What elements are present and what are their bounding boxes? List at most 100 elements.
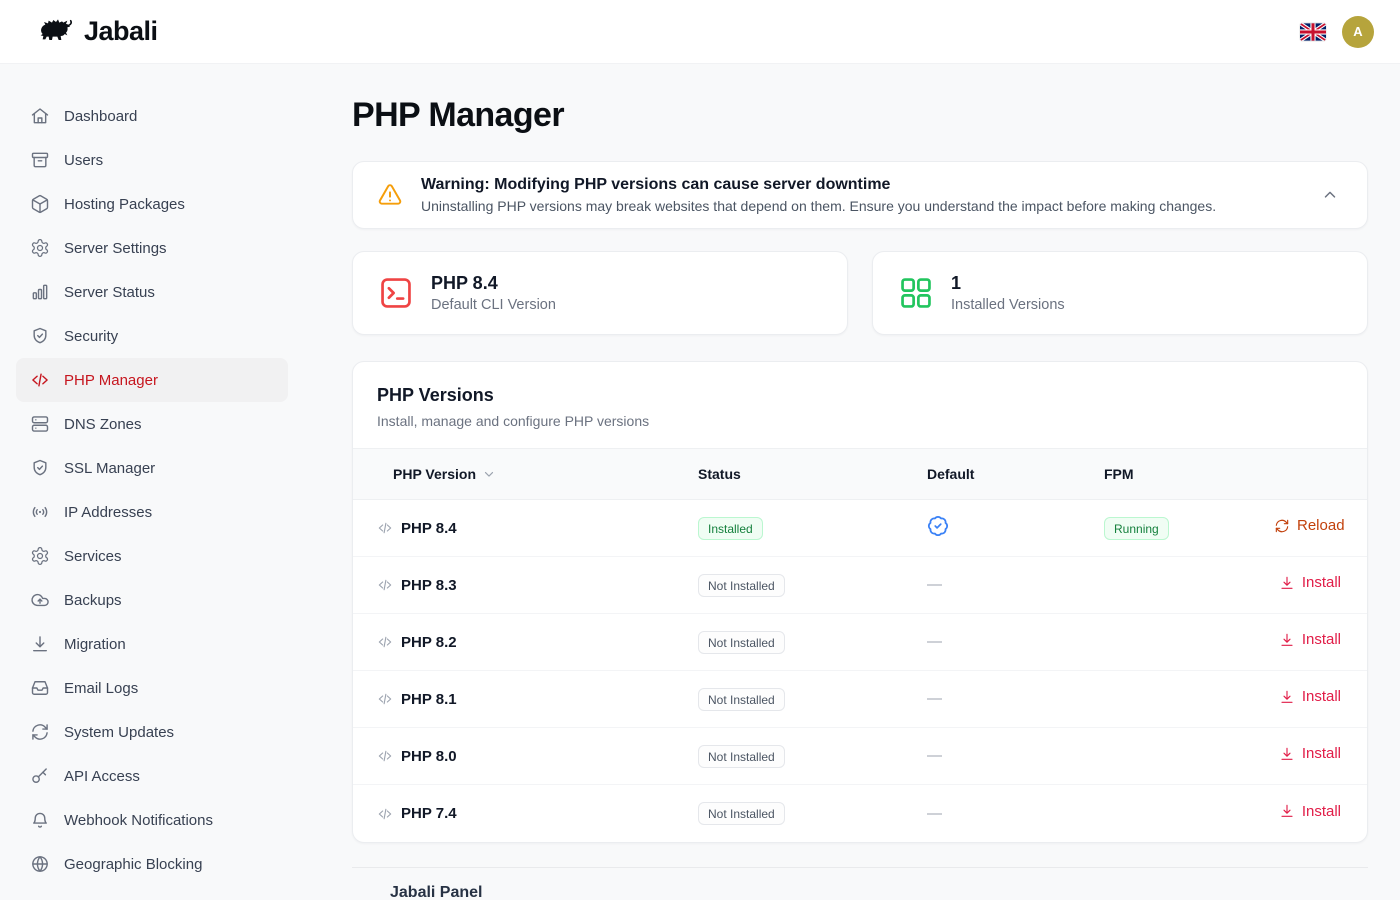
shield-check-icon — [30, 458, 50, 478]
table-title: PHP Versions — [377, 385, 1343, 406]
server-icon — [30, 414, 50, 434]
install-button[interactable]: Install — [1279, 803, 1341, 820]
sidebar-item-label: Backups — [64, 592, 122, 609]
sidebar-item-backups[interactable]: Backups — [16, 578, 288, 622]
table-row-php-8-4: PHP 8.4InstalledRunningReload — [353, 500, 1367, 557]
sidebar-item-label: Security — [64, 328, 118, 345]
sidebar-item-server-settings[interactable]: Server Settings — [16, 226, 288, 270]
php-version-label: PHP 8.2 — [401, 634, 457, 651]
sidebar-item-migration[interactable]: Migration — [16, 622, 288, 666]
table-subtitle: Install, manage and configure PHP versio… — [377, 413, 1343, 429]
sidebar-item-label: Migration — [64, 636, 126, 653]
status-cell: Not Installed — [698, 802, 927, 825]
sidebar-item-geographic-blocking[interactable]: Geographic Blocking — [16, 842, 288, 886]
warning-texts: Warning: Modifying PHP versions can caus… — [421, 176, 1299, 214]
chevron-down-icon — [482, 467, 496, 481]
status-badge: Not Installed — [698, 688, 785, 711]
action-cell: Install — [1279, 574, 1367, 596]
table-header-block: PHP Versions Install, manage and configu… — [353, 362, 1367, 448]
language-flag-uk[interactable] — [1300, 23, 1326, 41]
install-button[interactable]: Install — [1279, 574, 1341, 591]
stat-value: PHP 8.4 — [431, 273, 556, 294]
reload-button[interactable]: Reload — [1274, 517, 1345, 534]
action-label: Install — [1302, 688, 1341, 705]
code-icon — [377, 691, 393, 707]
code-icon — [377, 634, 393, 650]
action-cell: Reload — [1274, 517, 1368, 539]
sidebar-item-label: SSL Manager — [64, 460, 155, 477]
action-label: Install — [1302, 745, 1341, 762]
status-badge: Not Installed — [698, 745, 785, 768]
refresh-icon — [1274, 518, 1290, 534]
php-version-label: PHP 8.3 — [401, 577, 457, 594]
php-version-cell: PHP 8.2 — [353, 634, 698, 651]
stat-card-installed-versions: 1 Installed Versions — [872, 251, 1368, 335]
warning-title: Warning: Modifying PHP versions can caus… — [421, 176, 1299, 194]
empty-dash: — — [927, 747, 942, 764]
sidebar-item-label: Geographic Blocking — [64, 856, 202, 873]
sidebar-item-label: Users — [64, 152, 103, 169]
action-label: Reload — [1297, 517, 1345, 534]
sidebar-item-label: Dashboard — [64, 108, 137, 125]
sidebar-item-api-access[interactable]: API Access — [16, 754, 288, 798]
status-badge: Not Installed — [698, 574, 785, 597]
brand-logo[interactable]: Jabali — [26, 16, 158, 48]
chevron-up-icon — [1321, 186, 1339, 204]
warning-collapse-button[interactable] — [1317, 182, 1343, 208]
default-badge-check-icon — [927, 515, 949, 537]
sidebar-item-php-manager[interactable]: PHP Manager — [16, 358, 288, 402]
sidebar-item-services[interactable]: Services — [16, 534, 288, 578]
status-cell: Not Installed — [698, 631, 927, 654]
column-header-fpm: FPM — [1104, 466, 1274, 482]
sidebar-item-server-status[interactable]: Server Status — [16, 270, 288, 314]
php-version-label: PHP 8.1 — [401, 691, 457, 708]
boar-logo-icon — [26, 16, 74, 48]
table-row-php-8-0: PHP 8.0 Not Installed — Install — [353, 728, 1367, 785]
install-button[interactable]: Install — [1279, 745, 1341, 762]
column-label: PHP Version — [393, 466, 476, 482]
column-header-php-version[interactable]: PHP Version — [353, 466, 698, 482]
page-footer: Jabali Panel — [352, 867, 1368, 900]
php-version-label: PHP 8.4 — [401, 520, 457, 537]
php-version-cell: PHP 7.4 — [353, 805, 698, 822]
sidebar-item-hosting-packages[interactable]: Hosting Packages — [16, 182, 288, 226]
default-cell: — — [927, 690, 1104, 708]
action-cell: Install — [1279, 803, 1367, 825]
status-cell: Not Installed — [698, 574, 927, 597]
sidebar-item-dns-zones[interactable]: DNS Zones — [16, 402, 288, 446]
empty-dash: — — [927, 633, 942, 650]
sidebar-item-security[interactable]: Security — [16, 314, 288, 358]
php-version-cell: PHP 8.1 — [353, 691, 698, 708]
sidebar-item-label: DNS Zones — [64, 416, 142, 433]
sidebar-item-dashboard[interactable]: Dashboard — [16, 94, 288, 138]
download-icon — [1279, 632, 1295, 648]
empty-dash: — — [927, 576, 942, 593]
sidebar-item-webhook-notifications[interactable]: Webhook Notifications — [16, 798, 288, 842]
action-cell: Install — [1279, 688, 1367, 710]
install-button[interactable]: Install — [1279, 631, 1341, 648]
php-versions-card: PHP Versions Install, manage and configu… — [352, 361, 1368, 843]
php-version-label: PHP 7.4 — [401, 805, 457, 822]
page-title: PHP Manager — [352, 96, 1368, 135]
php-version-cell: PHP 8.0 — [353, 748, 698, 765]
download-icon — [1279, 746, 1295, 762]
sidebar-item-users[interactable]: Users — [16, 138, 288, 182]
sidebar-item-email-logs[interactable]: Email Logs — [16, 666, 288, 710]
sidebar-item-label: PHP Manager — [64, 372, 158, 389]
download-icon — [1279, 575, 1295, 591]
code-icon — [377, 806, 393, 822]
sidebar-item-system-updates[interactable]: System Updates — [16, 710, 288, 754]
user-avatar[interactable]: A — [1342, 16, 1374, 48]
warning-triangle-icon — [377, 182, 403, 208]
table-body: PHP 8.4InstalledRunningReload PHP 8.3 Not … — [353, 500, 1367, 842]
sidebar-nav: Dashboard Users Hosting PackagesServer Set… — [0, 64, 304, 900]
sidebar-item-ssl-manager[interactable]: SSL Manager — [16, 446, 288, 490]
default-cell — [927, 515, 1104, 542]
install-button[interactable]: Install — [1279, 688, 1341, 705]
column-header-status: Status — [698, 466, 927, 482]
app-root: Jabali A DashboardUsersHosting PackagesS… — [0, 0, 1400, 900]
refresh-icon — [30, 722, 50, 742]
sidebar-item-ip-addresses[interactable]: IP Addresses — [16, 490, 288, 534]
home-icon — [30, 106, 50, 126]
php-version-label: PHP 8.0 — [401, 748, 457, 765]
